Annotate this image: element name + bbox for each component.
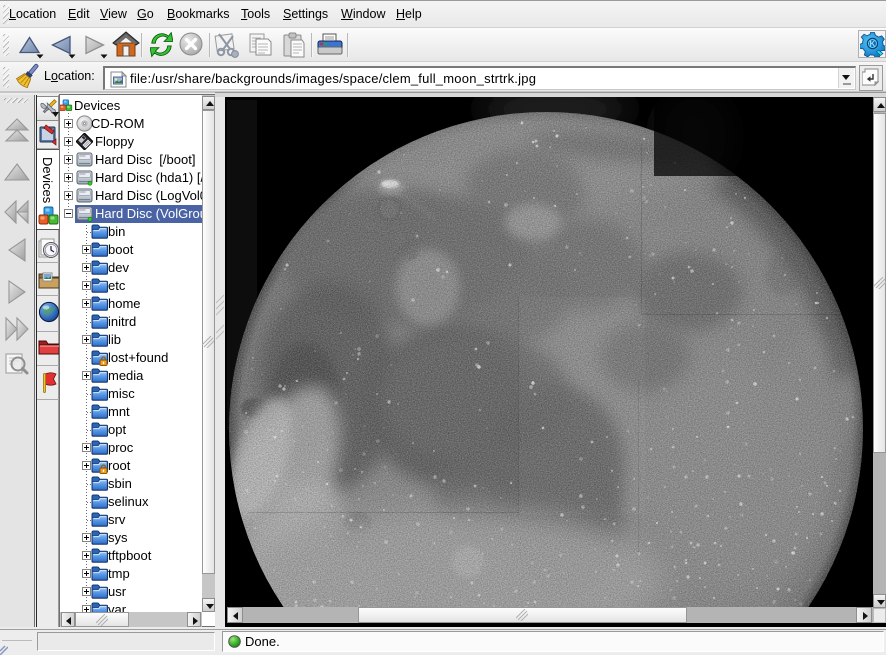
svg-text:K: K: [870, 40, 876, 49]
